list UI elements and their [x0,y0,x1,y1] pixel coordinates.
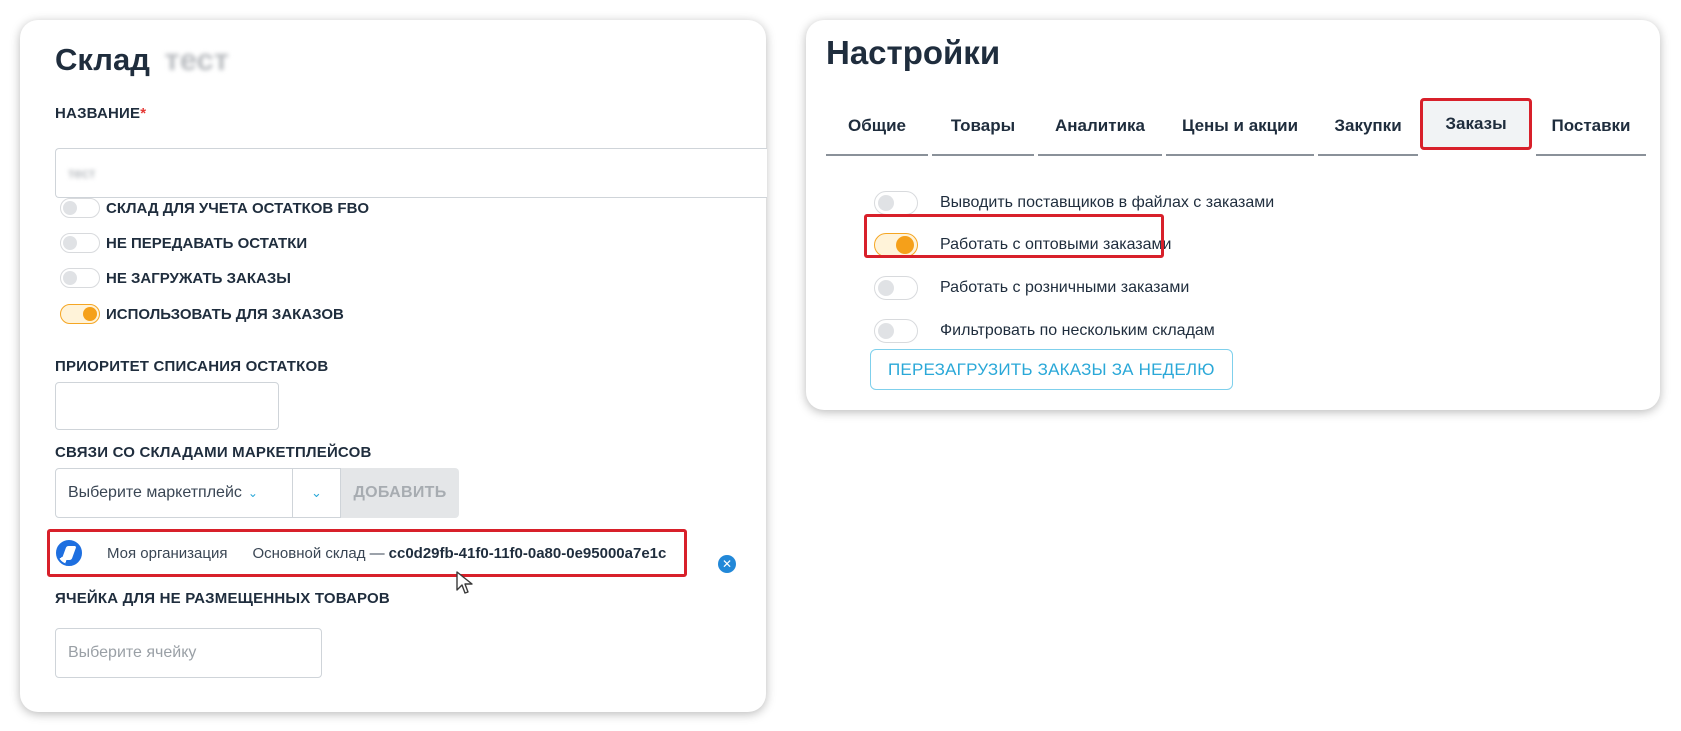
settings-title: Настройки [826,34,1001,71]
tab-general[interactable]: Общие [826,98,928,156]
tab-products[interactable]: Товары [932,98,1034,156]
toggle-fbo-label: СКЛАД ДЛЯ УЧЕТА ОСТАТКОВ FBO [106,199,370,217]
toggle-use-orders-switch[interactable] [60,304,100,324]
toggle-no-orders-switch[interactable] [60,268,100,288]
chevron-down-icon: ⌄ [247,486,258,500]
marketplace-link-group: Выберите маркетплейс ⌄ ⌄ ДОБАВИТЬ [55,468,459,518]
toggle-no-orders-label: НЕ ЗАГРУЖАТЬ ЗАКАЗЫ [106,269,291,287]
marketplace-select[interactable]: Выберите маркетплейс ⌄ [55,468,293,518]
warehouse-title-blurred: тест [164,42,229,77]
warehouse-card: Склад тест НАЗВАНИЕ* тест СКЛАД ДЛЯ УЧЕТ… [20,20,767,712]
remove-link-button[interactable]: ✕ [718,555,736,573]
toggle-no-stock-label: НЕ ПЕРЕДАВАТЬ ОСТАТКИ [106,234,308,252]
name-label: НАЗВАНИЕ* [55,105,146,122]
reload-orders-button[interactable]: ПЕРЕЗАГРУЗИТЬ ЗАКАЗЫ ЗА НЕДЕЛЮ [870,349,1233,390]
name-input[interactable]: тест [55,148,767,198]
link-warehouse-name: Основной склад — [252,544,385,562]
wholesale-highlight-box [864,214,1164,258]
priority-input[interactable] [55,382,279,430]
option-filter-label: Фильтровать по нескольким складам [940,322,1215,339]
tab-supplies[interactable]: Поставки [1536,98,1646,156]
add-button[interactable]: ДОБАВИТЬ [341,468,459,518]
link-org-name: Моя организация [107,544,228,562]
mouse-cursor-icon [456,571,473,594]
cell-label: ЯЧЕЙКА ДЛЯ НЕ РАЗМЕЩЕННЫХ ТОВАРОВ [55,590,390,607]
tab-analytics[interactable]: Аналитика [1038,98,1162,156]
name-input-value: тест [68,165,96,181]
marketplace-link-row: Моя организация Основной склад — cc0d29f… [47,529,687,577]
toggle-no-orders-row[interactable]: НЕ ЗАГРУЖАТЬ ЗАКАЗЫ [60,268,291,288]
marketplace-logo-icon [56,540,82,566]
toggle-use-orders-row[interactable]: ИСПОЛЬЗОВАТЬ ДЛЯ ЗАКАЗОВ [60,304,344,324]
tab-orders[interactable]: Заказы [1420,98,1532,150]
toggle-use-orders-label: ИСПОЛЬЗОВАТЬ ДЛЯ ЗАКАЗОВ [106,305,344,323]
option-suppliers-switch[interactable] [874,191,918,215]
link-warehouse-uuid: cc0d29fb-41f0-11f0-0a80-0e95000a7e1c [388,544,667,562]
option-multi-warehouse-filter[interactable]: Фильтровать по нескольким складам [874,319,1215,343]
option-suppliers-label: Выводить поставщиков в файлах с заказами [940,194,1275,211]
tab-prices[interactable]: Цены и акции [1166,98,1314,156]
warehouse-title: Склад тест [55,42,229,78]
marketplace-links-label: СВЯЗИ СО СКЛАДАМИ МАРКЕТПЛЕЙСОВ [55,444,372,461]
warehouse-title-text: Склад [55,42,150,77]
marketplace-select-value: Выберите маркетплейс [68,484,242,501]
toggle-no-stock-row[interactable]: НЕ ПЕРЕДАВАТЬ ОСТАТКИ [60,233,307,253]
required-mark: * [140,105,147,122]
close-icon: ✕ [721,557,733,571]
tab-purchases[interactable]: Закупки [1318,98,1418,156]
cell-select[interactable]: Выберите ячейку [55,628,322,678]
option-suppliers-in-files[interactable]: Выводить поставщиков в файлах с заказами [874,191,1274,215]
settings-card: Настройки Общие Товары Аналитика Цены и … [806,20,1660,410]
settings-tabs: Общие Товары Аналитика Цены и акции Заку… [826,98,1646,156]
toggle-fbo-row[interactable]: СКЛАД ДЛЯ УЧЕТА ОСТАТКОВ FBO [60,198,369,218]
warehouse-select-dropdown[interactable]: ⌄ [293,468,341,518]
toggle-no-stock-switch[interactable] [60,233,100,253]
priority-label: ПРИОРИТЕТ СПИСАНИЯ ОСТАТКОВ [55,358,329,375]
toggle-fbo-switch[interactable] [60,198,100,218]
chevron-down-icon: ⌄ [311,485,322,500]
option-retail-label: Работать с розничными заказами [940,279,1190,296]
cell-select-placeholder: Выберите ячейку [68,644,197,661]
option-filter-switch[interactable] [874,319,918,343]
option-retail-switch[interactable] [874,276,918,300]
name-label-text: НАЗВАНИЕ [55,105,141,122]
option-retail-orders[interactable]: Работать с розничными заказами [874,276,1189,300]
